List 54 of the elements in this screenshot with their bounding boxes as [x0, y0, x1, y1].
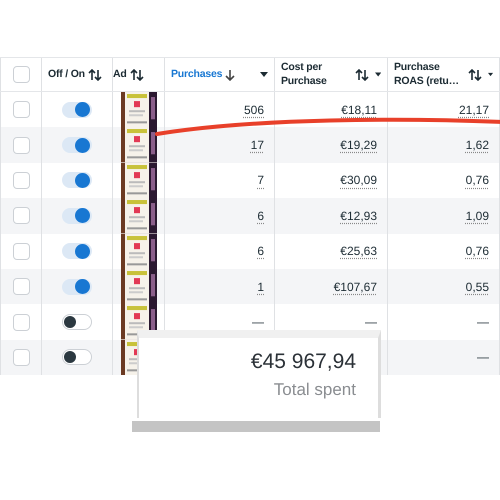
metric-value: — — [252, 315, 264, 330]
metric-value: €19,29 — [340, 138, 377, 152]
toggle-switch[interactable] — [62, 137, 92, 154]
metric-value: 1,09 — [466, 208, 489, 223]
sort-icon[interactable] — [354, 68, 369, 80]
column-header[interactable]: Cost per Purchase — [281, 61, 352, 88]
metric-value: — — [477, 350, 489, 364]
column-header[interactable]: Ad — [113, 68, 127, 82]
row-checkbox[interactable] — [12, 136, 30, 154]
metric-value: 17 — [250, 138, 264, 152]
sort-icon[interactable] — [468, 68, 482, 80]
select-all-checkbox[interactable] — [12, 66, 30, 83]
metric-value: 0,55 — [466, 280, 489, 294]
toggle-switch[interactable] — [62, 314, 92, 330]
metric-value: 506 — [244, 102, 264, 117]
toggle-switch[interactable] — [62, 349, 92, 366]
metric-value: €12,93 — [340, 208, 377, 223]
toggle-switch[interactable] — [62, 172, 92, 188]
metric-value: €25,63 — [340, 244, 377, 258]
dropdown-caret-icon[interactable] — [374, 72, 381, 77]
sort-icon[interactable] — [130, 68, 144, 80]
metric-value: €107,67 — [334, 280, 377, 294]
column-header[interactable]: Off / On — [48, 68, 85, 82]
metric-value: 7 — [257, 173, 264, 188]
metric-value: — — [365, 315, 377, 330]
row-checkbox[interactable] — [12, 172, 30, 189]
toggle-switch[interactable] — [62, 243, 92, 260]
metric-value: 21,17 — [458, 102, 489, 117]
sort-down-icon[interactable] — [225, 68, 236, 80]
metric-value: €18,11 — [341, 102, 377, 117]
toggle-switch[interactable] — [62, 278, 92, 295]
row-checkbox[interactable] — [12, 348, 30, 366]
metric-value: — — [477, 315, 489, 330]
column-header[interactable]: Purchase ROAS (retu… — [394, 61, 465, 88]
toggle-switch[interactable] — [62, 208, 92, 224]
metric-value: 1 — [257, 280, 264, 294]
row-checkbox[interactable] — [12, 314, 30, 331]
total-label: Total spent — [274, 380, 356, 400]
metric-value: 1,62 — [466, 138, 489, 152]
row-checkbox[interactable] — [12, 207, 30, 224]
dropdown-caret-icon[interactable] — [260, 72, 268, 77]
metric-value: 6 — [257, 244, 264, 258]
metric-value: €30,09 — [340, 173, 377, 188]
row-checkbox[interactable] — [12, 101, 30, 118]
row-checkbox[interactable] — [12, 278, 30, 296]
column-header[interactable]: Purchases — [171, 68, 222, 82]
metric-value: 0,76 — [466, 244, 489, 258]
toggle-switch[interactable] — [62, 102, 92, 118]
total-value: €45 967,94 — [250, 350, 356, 374]
row-checkbox[interactable] — [12, 242, 30, 260]
metric-value: 6 — [257, 208, 264, 223]
sort-icon[interactable] — [88, 68, 102, 80]
dropdown-caret-icon[interactable] — [488, 72, 493, 77]
metric-value: 0,76 — [466, 173, 489, 188]
